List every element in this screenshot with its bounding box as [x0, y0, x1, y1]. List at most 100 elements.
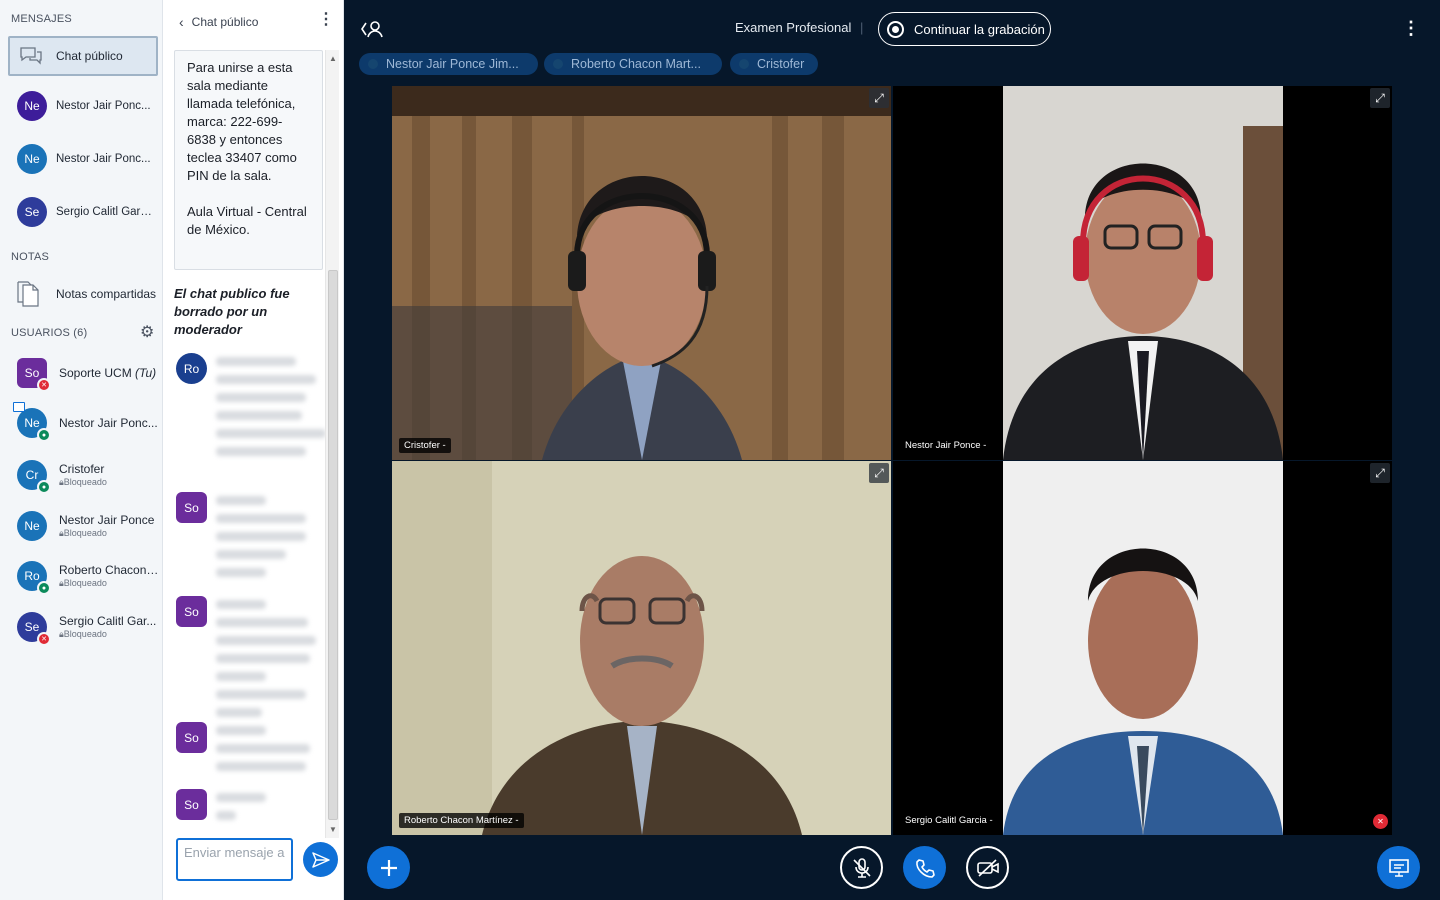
user-list-item[interactable]: Ne ● Nestor Jair Ponc...	[0, 402, 163, 442]
users-settings-gear-icon[interactable]: ⚙	[140, 325, 154, 341]
video-tile-cristofer[interactable]: ⤢ Cristofer -	[392, 86, 891, 460]
talking-indicator[interactable]: Roberto Chacon Mart...	[544, 53, 722, 75]
chat-cleared-notice: El chat publico fue borrado por un moder…	[174, 286, 290, 337]
chat-options-icon[interactable]: ⋮	[318, 12, 334, 28]
toggle-userlist-icon[interactable]	[360, 19, 384, 39]
expand-video-icon[interactable]: ⤢	[1370, 463, 1390, 483]
main-options-icon[interactable]: ⋮	[1402, 19, 1420, 37]
expand-video-icon[interactable]: ⤢	[1370, 88, 1390, 108]
user-avatar: So ✕	[17, 358, 51, 392]
user-name: Cristofer	[59, 462, 105, 476]
scroll-up-arrow-icon[interactable]: ▲	[329, 54, 337, 63]
chat-input-placeholder: Enviar mensaje a	[184, 845, 285, 860]
chat-avatar: So	[176, 596, 207, 627]
chat-title[interactable]: Chat público	[192, 15, 259, 29]
user-list-item[interactable]: So ✕ Soporte UCM (Tu)	[0, 355, 163, 392]
welcome-phone-text: Para unirse a esta sala mediante llamada…	[187, 60, 297, 183]
record-label: Continuar la grabación	[914, 21, 1045, 37]
meeting-title: Examen Profesional	[735, 20, 852, 35]
user-name: Roberto Chacon ...	[59, 563, 159, 577]
chat-message: Ro	[176, 353, 326, 465]
talking-indicator[interactable]: Nestor Jair Ponce Jim...	[359, 53, 538, 75]
microphone-muted-icon	[852, 857, 871, 878]
video-tile-roberto[interactable]: ⤢ Roberto Chacon Martínez -	[392, 461, 891, 835]
send-message-button[interactable]	[303, 842, 338, 877]
you-indicator: (Tu)	[135, 366, 157, 380]
notes-document-icon	[16, 280, 40, 308]
user-list-panel: MENSAJES Chat público Ne Nestor Jair Ponc…	[0, 0, 163, 900]
user-locked-status: 🔒︎Bloqueado	[59, 629, 107, 639]
user-avatar: Ro ●	[17, 561, 51, 595]
scroll-thumb[interactable]	[328, 270, 338, 820]
actions-plus-button[interactable]	[367, 846, 410, 889]
private-chat-item[interactable]: Ne Nestor Jair Ponc...	[0, 90, 163, 122]
expand-video-icon[interactable]: ⤢	[869, 463, 889, 483]
public-chat-item[interactable]: Chat público	[8, 36, 158, 76]
microphone-icon: ●	[37, 428, 51, 442]
blurred-message-content	[216, 600, 316, 726]
plus-icon	[380, 859, 397, 876]
share-webcam-button[interactable]	[966, 846, 1009, 889]
back-chevron-icon[interactable]: ‹	[179, 14, 184, 30]
messages-section-title: MENSAJES	[11, 13, 72, 25]
chat-message: So	[176, 722, 310, 780]
user-locked-status: 🔒︎Bloqueado	[59, 477, 107, 487]
user-avatar: Ne	[17, 91, 47, 121]
user-avatar: Se	[17, 197, 47, 227]
expand-video-icon[interactable]: ⤢	[869, 88, 889, 108]
video-label: Nestor Jair Ponce -	[900, 438, 992, 453]
user-avatar: Se ✕	[17, 612, 51, 646]
video-feed-nestor	[893, 86, 1392, 460]
private-chat-item[interactable]: Se Sergio Calitl Garcia	[0, 196, 163, 228]
send-arrow-icon	[311, 851, 330, 868]
record-icon	[887, 20, 904, 38]
chat-avatar: So	[176, 789, 207, 820]
video-label: Cristofer -	[399, 438, 451, 453]
notes-section-title: NOTAS	[11, 251, 50, 263]
chat-scrollbar[interactable]: ▲ ▼	[325, 50, 339, 838]
user-name: Nestor Jair Ponc...	[59, 416, 158, 430]
welcome-room-text: Aula Virtual - Central de México.	[187, 204, 307, 237]
presentation-restore-button[interactable]	[1377, 846, 1420, 889]
user-list-item[interactable]: Ne Nestor Jair Ponce 🔒︎Bloqueado	[0, 508, 163, 544]
welcome-message: Para unirse a esta sala mediante llamada…	[174, 50, 323, 270]
chat-panel: ‹ Chat público ⋮ Para unirse a esta sala…	[163, 0, 344, 900]
video-tile-nestor[interactable]: ⤢ Nestor Jair Ponce -	[893, 86, 1392, 460]
user-list-item[interactable]: Se ✕ Sergio Calitl Gar... 🔒︎Bloqueado	[0, 609, 163, 646]
chat-avatar: So	[176, 492, 207, 523]
public-chat-label: Chat público	[56, 49, 123, 63]
leave-audio-button[interactable]	[903, 846, 946, 889]
user-locked-status: 🔒︎Bloqueado	[59, 578, 107, 588]
muted-mic-icon: ✕	[37, 378, 51, 392]
user-name: Soporte UCM (Tu)	[59, 366, 157, 380]
topbar-divider: |	[860, 20, 864, 35]
record-button[interactable]: Continuar la grabación	[878, 12, 1051, 46]
user-avatar: Ne	[17, 144, 47, 174]
private-chat-item[interactable]: Ne Nestor Jair Ponc...	[0, 143, 163, 175]
video-feed-sergio	[893, 461, 1392, 835]
video-label: Roberto Chacon Martínez -	[399, 813, 524, 828]
user-list-item[interactable]: Ro ● Roberto Chacon ... 🔒︎Bloqueado	[0, 558, 163, 595]
user-avatar: Ne ●	[13, 402, 51, 442]
private-chat-name: Nestor Jair Ponc...	[56, 153, 151, 165]
video-tile-sergio[interactable]: ⤢ Sergio Calitl Garcia - ✕	[893, 461, 1392, 835]
shared-notes-item[interactable]: Notas compartidas	[0, 279, 163, 309]
chat-message-input[interactable]: Enviar mensaje a	[176, 838, 293, 881]
user-list-item[interactable]: Cr ● Cristofer 🔒︎Bloqueado	[0, 457, 163, 494]
microphone-icon: ●	[37, 581, 51, 595]
muted-mic-icon: ✕	[37, 632, 51, 646]
scroll-down-arrow-icon[interactable]: ▼	[329, 825, 337, 834]
presentation-area: Examen Profesional | Continuar la grabac…	[344, 0, 1440, 900]
chat-header: ‹ Chat público ⋮	[163, 0, 344, 44]
muted-mic-icon: ✕	[1373, 814, 1388, 829]
camera-off-icon	[976, 858, 999, 877]
presentation-screen-icon	[1388, 858, 1409, 877]
users-section-title: USUARIOS (6)	[11, 327, 88, 339]
chat-message: So	[176, 596, 316, 726]
private-chat-name: Nestor Jair Ponc...	[56, 100, 151, 112]
chat-avatar: So	[176, 722, 207, 753]
mute-microphone-button[interactable]	[840, 846, 883, 889]
chat-message: So	[176, 492, 306, 586]
talking-indicator[interactable]: Cristofer	[730, 53, 818, 75]
private-chat-name: Sergio Calitl Garcia	[56, 206, 153, 218]
